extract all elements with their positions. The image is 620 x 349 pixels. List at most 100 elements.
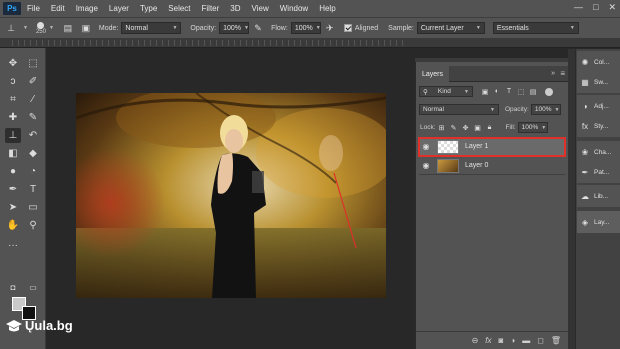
dock-item-color[interactable]: ✺ Col...: [577, 51, 620, 73]
hand-tool-icon[interactable]: ✋: [5, 218, 21, 233]
document-tab-bar: [0, 38, 620, 48]
clone-stamp-tool-icon[interactable]: ⊥: [5, 128, 21, 143]
trash-icon[interactable]: 🗑︎: [551, 336, 561, 345]
quick-mask-icon[interactable]: ◘: [5, 280, 21, 295]
close-button[interactable]: ✕: [608, 2, 616, 13]
move-tool-icon[interactable]: ✥: [5, 56, 21, 71]
marquee-tool-icon[interactable]: ⬚: [25, 56, 41, 71]
lock-all-icon[interactable]: 🔒︎: [484, 124, 496, 132]
rectangle-tool-icon[interactable]: ▭: [25, 200, 41, 215]
lock-label: Lock:: [420, 124, 436, 131]
lasso-tool-icon[interactable]: ↄ: [5, 74, 21, 89]
layer-opacity-field[interactable]: 100% ▼: [530, 104, 561, 115]
brush-dot-icon: [37, 21, 45, 29]
pressure-opacity-icon[interactable]: ✎: [252, 22, 264, 34]
airbrush-icon[interactable]: ✈: [324, 22, 336, 34]
dodge-tool-icon[interactable]: ◔: [25, 164, 41, 179]
maximize-button[interactable]: □: [593, 2, 598, 13]
adjustment-filter-icon[interactable]: ◐: [491, 88, 503, 95]
menu-help[interactable]: Help: [319, 4, 335, 13]
workspace-select[interactable]: Essentials ▼: [492, 22, 579, 34]
eyedropper-tool-icon[interactable]: ⁄: [25, 92, 41, 107]
dock-label: Lib...: [594, 192, 609, 200]
mode-select[interactable]: Normal ▼: [121, 22, 182, 34]
filter-toggle-icon[interactable]: [545, 87, 553, 96]
tab-layers[interactable]: Layers: [416, 66, 450, 82]
brush-preset-picker[interactable]: 250: [36, 21, 46, 35]
edit-toolbar-icon[interactable]: ···: [5, 238, 21, 253]
dock-item-styles[interactable]: fx Sty...: [577, 115, 620, 137]
lock-position-icon[interactable]: ✥: [460, 124, 472, 132]
new-layer-icon[interactable]: ◻: [537, 336, 544, 345]
menu-layer[interactable]: Layer: [109, 4, 129, 13]
dock-item-adjustments[interactable]: ◑ Adj...: [577, 95, 620, 117]
pen-tool-icon[interactable]: ✒: [5, 182, 21, 197]
mask-icon[interactable]: ◙: [499, 336, 504, 345]
shape-filter-icon[interactable]: ⬚: [515, 88, 527, 96]
aligned-checkbox[interactable]: [343, 24, 352, 32]
opacity-field[interactable]: 100% ▼: [219, 22, 250, 34]
layer-name[interactable]: Layer 1: [465, 143, 488, 150]
menu-window[interactable]: Window: [280, 4, 308, 13]
tool-preset-caret-icon[interactable]: ▼: [23, 25, 28, 31]
clone-source-panel-icon[interactable]: ▣: [80, 22, 92, 34]
sample-select[interactable]: Current Layer ▼: [416, 22, 485, 34]
screen-mode-icon[interactable]: ▭: [25, 280, 41, 295]
menu-image[interactable]: Image: [76, 4, 98, 13]
link-icon[interactable]: ⊖: [472, 336, 479, 345]
type-filter-icon[interactable]: T: [503, 88, 515, 95]
brush-caret-icon[interactable]: ▼: [49, 25, 54, 31]
dock-item-libraries[interactable]: ☁ Lib...: [577, 185, 620, 207]
lock-transparent-icon[interactable]: ⊞: [436, 124, 448, 132]
eye-icon[interactable]: ◉: [419, 161, 433, 170]
layer-name[interactable]: Layer 0: [465, 162, 488, 169]
paint-bucket-tool-icon[interactable]: ◆: [25, 146, 41, 161]
menu-view[interactable]: View: [252, 4, 269, 13]
lock-image-icon[interactable]: ✎: [448, 124, 460, 132]
minimize-button[interactable]: —: [574, 2, 583, 13]
lock-artboard-icon[interactable]: ▣: [472, 124, 484, 132]
menu-type[interactable]: Type: [140, 4, 157, 13]
dock-label: Adj...: [594, 102, 609, 110]
layer-filter-row: ⚲ Kind ▼ ▣ ◐ T ⬚ ▤: [416, 86, 569, 97]
zoom-tool-icon[interactable]: ⚲: [25, 218, 41, 233]
dock-item-layers[interactable]: ◈ Lay...: [577, 211, 620, 233]
eraser-tool-icon[interactable]: ◧: [5, 146, 21, 161]
pixel-filter-icon[interactable]: ▣: [479, 88, 491, 96]
brush-panel-icon[interactable]: ▤: [62, 22, 74, 34]
folder-icon[interactable]: ▬: [522, 336, 530, 345]
dock-divider[interactable]: [568, 49, 575, 349]
kind-filter-select[interactable]: ⚲ Kind ▼: [419, 86, 473, 97]
eye-icon[interactable]: ◉: [419, 142, 433, 151]
flow-field[interactable]: 100% ▼: [290, 22, 321, 34]
layer-row-layer-1[interactable]: ◉ Layer 1: [418, 137, 566, 157]
menu-3d[interactable]: 3D: [230, 4, 240, 13]
dock-item-swatches[interactable]: ▦ Sw...: [577, 71, 620, 93]
clone-stamp-tool-icon[interactable]: ⊥: [5, 22, 17, 34]
collapse-icon[interactable]: »: [551, 70, 555, 77]
brush-tool-icon[interactable]: ✎: [25, 110, 41, 125]
blur-tool-icon[interactable]: ●: [5, 164, 21, 179]
path-selection-tool-icon[interactable]: ➤: [5, 200, 21, 215]
document-image[interactable]: [76, 93, 386, 298]
adjustment-icon[interactable]: ◑: [510, 336, 515, 345]
menu-file[interactable]: File: [27, 4, 40, 13]
history-brush-tool-icon[interactable]: ↶: [25, 128, 41, 143]
menu-filter[interactable]: Filter: [202, 4, 220, 13]
smart-object-filter-icon[interactable]: ▤: [527, 88, 539, 96]
menu-select[interactable]: Select: [168, 4, 190, 13]
dock-item-channels[interactable]: ❀ Cha...: [577, 141, 620, 163]
crop-tool-icon[interactable]: ⌗: [5, 92, 21, 107]
healing-brush-tool-icon[interactable]: ✚: [5, 110, 21, 125]
dock-item-paths[interactable]: ✒ Pat...: [577, 161, 620, 183]
menu-edit[interactable]: Edit: [51, 4, 65, 13]
window-controls: — □ ✕: [574, 2, 616, 13]
fill-field[interactable]: 100% ▼: [517, 122, 548, 133]
quick-select-tool-icon[interactable]: ✐: [25, 74, 41, 89]
layer-row-layer-0[interactable]: ◉ Layer 0: [419, 157, 565, 175]
horizontal-ruler: [12, 40, 407, 46]
type-tool-icon[interactable]: T: [25, 182, 41, 197]
fx-icon[interactable]: fx: [485, 336, 491, 345]
blend-mode-select[interactable]: Normal ▼: [419, 104, 499, 115]
panel-menu-icon[interactable]: ≡: [560, 69, 565, 78]
